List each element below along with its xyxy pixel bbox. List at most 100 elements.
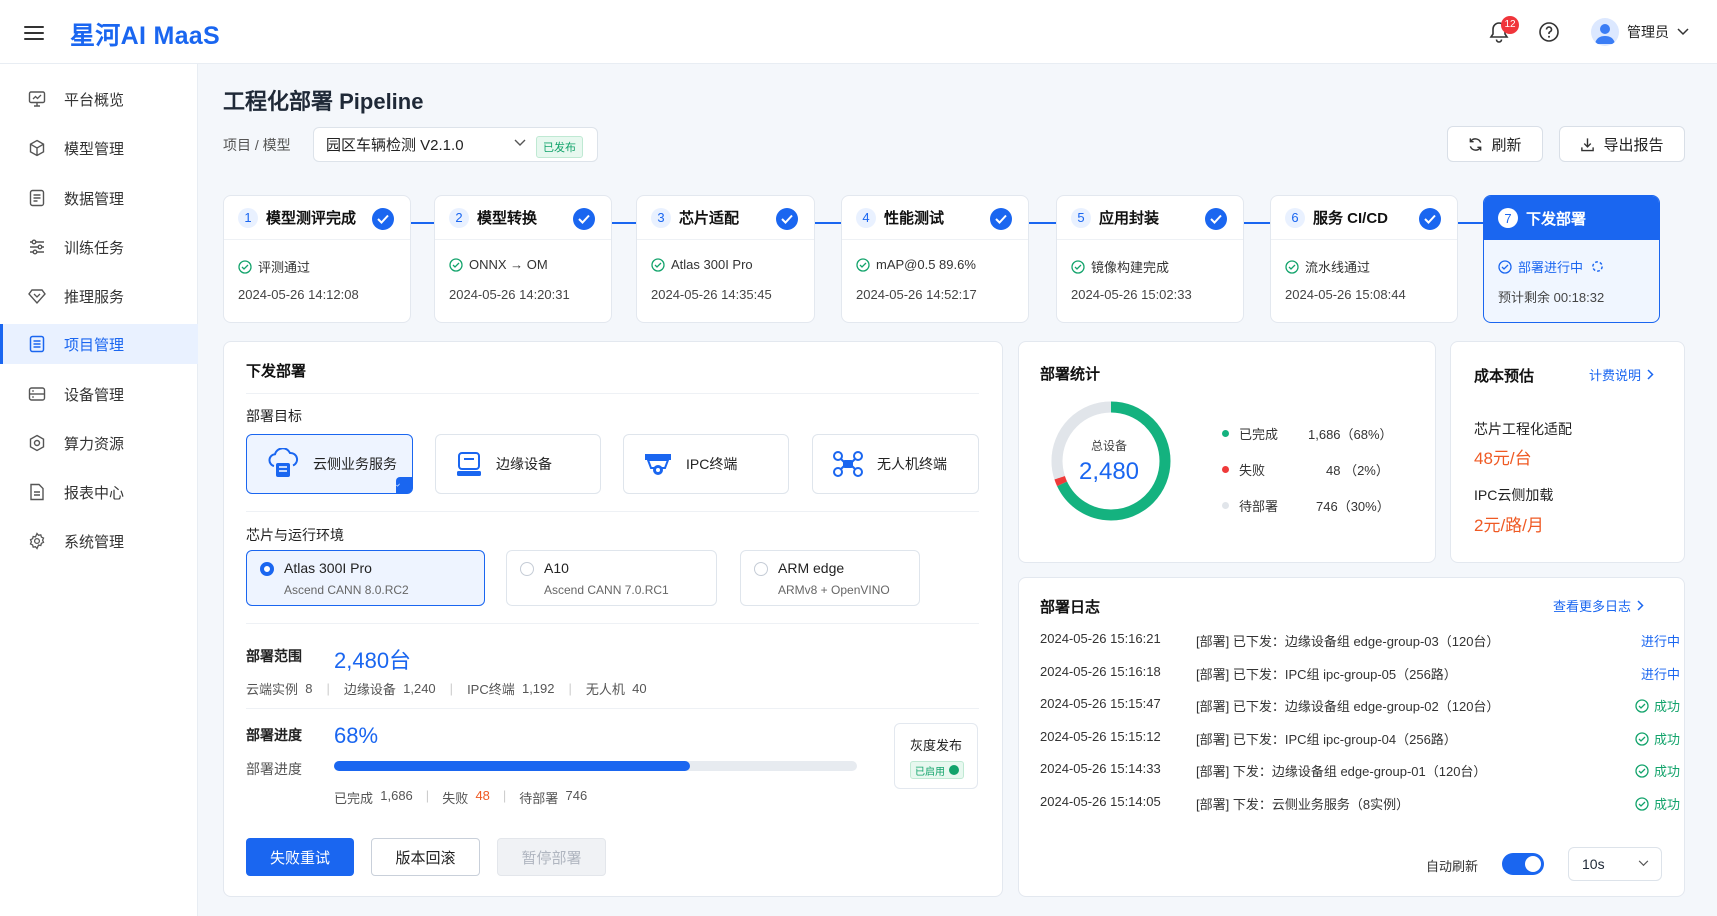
legend-label: 已完成: [1239, 427, 1279, 442]
refresh-interval-select[interactable]: 10s: [1568, 847, 1662, 881]
sidebar-item-label: 模型管理: [64, 140, 125, 158]
divider: [246, 511, 979, 512]
pipeline-step[interactable]: 2 模型转换 ONNX → OM 2024-05-26 14:20:31: [434, 195, 612, 323]
auto-refresh-label: 自动刷新: [1426, 859, 1479, 874]
export-report-button[interactable]: 导出报告: [1559, 126, 1685, 162]
step-number: 6: [1285, 207, 1305, 228]
sidebar-item-devices[interactable]: 设备管理: [0, 374, 198, 414]
view-more-logs-link[interactable]: 查看更多日志: [1553, 596, 1644, 615]
sidebar-item-data[interactable]: 数据管理: [0, 178, 198, 218]
pipeline-step[interactable]: 6 服务 CI/CD 流水线通过 2024-05-26 15:08:44: [1270, 195, 1458, 323]
check-icon: [990, 208, 1012, 230]
target-drone[interactable]: 无人机终端: [812, 434, 979, 494]
env-option-arm[interactable]: ARM edge ARMv8 + OpenVINO: [740, 550, 920, 606]
document-icon: [29, 189, 45, 207]
env-option-a10[interactable]: A10 Ascend CANN 7.0.RC1: [506, 550, 717, 606]
scope-value: 1,240: [403, 681, 436, 696]
diamond-icon: [28, 289, 46, 305]
env-option-atlas[interactable]: Atlas 300I Pro Ascend CANN 8.0.RC2: [246, 550, 485, 606]
sidebar-item-compute[interactable]: 算力资源: [0, 423, 198, 463]
check-circle-icon: [238, 259, 252, 274]
help-icon[interactable]: [1531, 14, 1567, 50]
status-badge: 已发布: [536, 136, 583, 158]
target-label: 边缘设备: [496, 456, 552, 472]
env-name: A10: [544, 560, 569, 576]
model-select[interactable]: 园区车辆检测 V2.1.0 已发布: [313, 127, 598, 162]
menu-icon[interactable]: [24, 22, 44, 42]
cost-item-value: 2元/路/月: [1474, 516, 1544, 535]
sidebar-item-models[interactable]: 模型管理: [0, 128, 198, 168]
rollback-button[interactable]: 版本回滚: [371, 838, 480, 876]
sidebar-item-inference[interactable]: 推理服务: [0, 276, 198, 316]
step-status: mAP@0.5 89.6%: [876, 257, 976, 272]
auto-refresh-toggle[interactable]: [1502, 853, 1544, 875]
target-edge-device[interactable]: 边缘设备: [435, 434, 601, 494]
legend-failed: 失败 48 （2%）: [1222, 460, 1389, 479]
target-ipc[interactable]: IPC终端: [623, 434, 789, 494]
log-status: 成功: [1653, 764, 1680, 779]
step-number: 1: [238, 207, 258, 228]
check-icon: [1205, 208, 1227, 230]
notification-badge: 12: [1501, 16, 1519, 34]
progress-bar-label: 部署进度: [246, 761, 302, 777]
check-circle-icon: [449, 257, 463, 272]
retry-failed-button[interactable]: 失败重试: [246, 838, 354, 876]
done-value: 1,686: [380, 788, 413, 803]
pipeline-step-current[interactable]: 7 下发部署 部署进行中 预计剩余 00:18:32: [1483, 195, 1660, 323]
step-time: 2024-05-26 15:08:44: [1285, 287, 1406, 302]
pipeline-step[interactable]: 5 应用封装 镜像构建完成 2024-05-26 15:02:33: [1056, 195, 1244, 323]
billing-info-link[interactable]: 计费说明: [1589, 365, 1654, 384]
step-time: 2024-05-26 14:52:17: [856, 287, 977, 302]
sidebar-item-label: 平台概览: [64, 91, 125, 109]
sidebar-item-training[interactable]: 训练任务: [0, 227, 198, 267]
download-icon: [1581, 137, 1595, 151]
billing-info-label: 计费说明: [1589, 368, 1642, 383]
check-circle-icon: [1285, 259, 1299, 274]
log-status: 成功: [1653, 699, 1680, 714]
log-status: 成功: [1653, 797, 1680, 812]
check-circle-icon: [1071, 259, 1085, 274]
user-menu[interactable]: 管理员: [1591, 18, 1689, 46]
check-icon: [372, 208, 394, 230]
log-message: [部署] 已下发：IPC组 ipc-group-04（256路）: [1196, 732, 1457, 747]
log-time: 2024-05-26 15:14:33: [1040, 761, 1161, 776]
sidebar-item-label: 训练任务: [64, 239, 125, 257]
pipeline-step[interactable]: 1 模型测评完成 评测通过 2024-05-26 14:12:08: [223, 195, 411, 323]
cube-icon: [29, 139, 45, 157]
sidebar-item-system[interactable]: 系统管理: [0, 521, 198, 561]
chevron-right-icon: [1637, 600, 1644, 611]
check-circle-icon: [1635, 698, 1649, 713]
target-cloud-service[interactable]: 云侧业务服务: [246, 434, 413, 494]
legend-value: 746（30%）: [1316, 499, 1390, 514]
log-row: 2024-05-26 15:15:12 [部署] 已下发：IPC组 ipc-gr…: [1040, 729, 1680, 749]
refresh-interval-value: 10s: [1582, 856, 1605, 872]
refresh-button[interactable]: 刷新: [1447, 126, 1543, 162]
pipeline-step[interactable]: 3 芯片适配 Atlas 300I Pro 2024-05-26 14:35:45: [636, 195, 815, 323]
sidebar-item-projects[interactable]: 项目管理: [0, 324, 198, 364]
scope-label: 部署范围: [246, 648, 302, 664]
gray-release-status-text: 已启用: [915, 766, 945, 778]
sidebar-item-reports[interactable]: 报表中心: [0, 472, 198, 512]
pipeline-step[interactable]: 4 性能测试 mAP@0.5 89.6% 2024-05-26 14:52:17: [841, 195, 1029, 323]
step-eta: 预计剩余 00:18:32: [1498, 290, 1605, 305]
scope-value: 1,192: [521, 681, 555, 696]
sidebar-item-overview[interactable]: 平台概览: [0, 79, 198, 119]
step-number: 5: [1071, 207, 1091, 228]
drone-icon: [833, 451, 863, 477]
target-label: 云侧业务服务: [313, 456, 397, 472]
step-number: 2: [449, 207, 469, 228]
gray-release-card[interactable]: 灰度发布 已启用: [894, 723, 978, 789]
target-label: 无人机终端: [877, 456, 947, 472]
step-title: 下发部署: [1526, 210, 1587, 228]
progress-title: 部署进度: [246, 727, 302, 743]
report-icon: [30, 483, 44, 501]
step-status: 部署进行中: [1518, 260, 1584, 275]
notification-bell-icon[interactable]: 12: [1481, 14, 1519, 50]
deploy-target-label: 部署目标: [246, 408, 302, 424]
step-connector: [1029, 222, 1056, 224]
step-connector: [1457, 222, 1483, 224]
check-circle-icon: [1635, 796, 1649, 811]
env-name: ARM edge: [778, 560, 845, 576]
refresh-label: 刷新: [1491, 136, 1522, 154]
cost-item-label: 芯片工程化适配: [1474, 421, 1572, 437]
